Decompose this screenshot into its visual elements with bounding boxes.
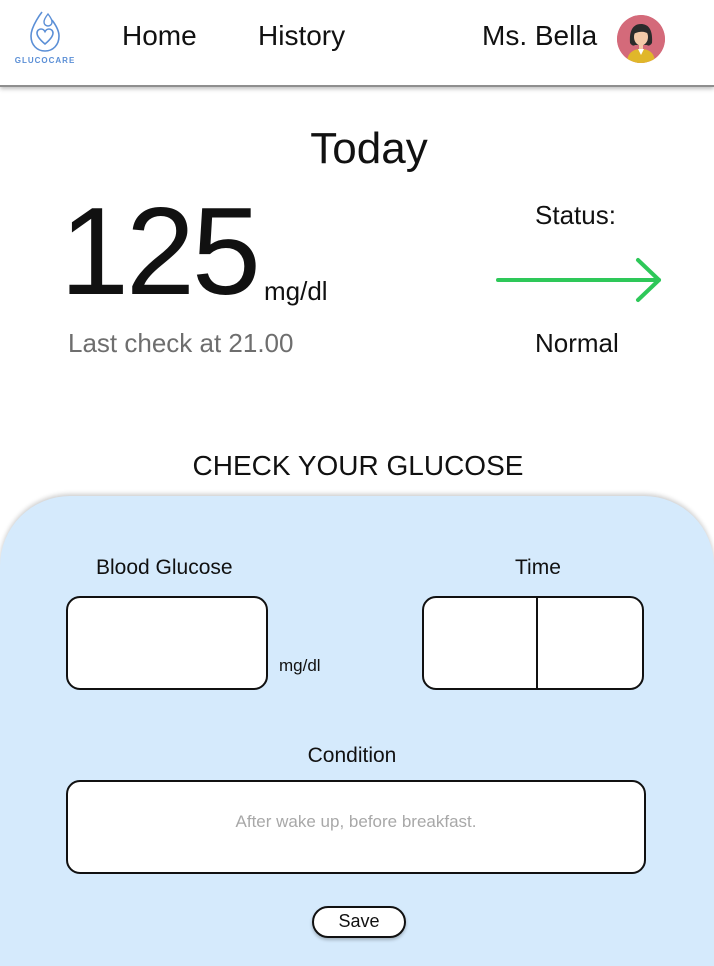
condition-label: Condition [307,744,397,767]
top-navbar: GLUCOCARE Home History Ms. Bella [0,0,714,87]
check-glucose-title: CHECK YOUR GLUCOSE [192,450,524,481]
time-label: Time [515,556,561,579]
today-title: Today [310,124,428,173]
status-value: Normal [535,328,619,358]
blood-glucose-input[interactable] [66,596,268,690]
right-arrow-icon [496,258,661,302]
time-field [422,596,644,690]
glucose-reading-value: 125 [60,183,261,321]
condition-placeholder: After wake up, before breakfast. [235,812,477,831]
user-avatar-icon [617,15,665,63]
save-button[interactable]: Save [312,906,406,938]
user-name[interactable]: Ms. Bella [482,20,597,52]
time-minute-input[interactable] [540,598,642,688]
nav-home-link[interactable]: Home [122,20,197,52]
app-logo[interactable]: GLUCOCARE [10,10,80,70]
drop-heart-icon [30,11,60,52]
condition-input[interactable]: After wake up, before breakfast. [66,780,646,874]
time-hour-input[interactable] [424,598,538,688]
avatar[interactable] [617,15,665,63]
last-check-text: Last check at 21.00 [68,328,294,358]
blood-glucose-unit: mg/dl [279,656,321,675]
glucose-reading-unit: mg/dl [264,276,328,306]
blood-glucose-label: Blood Glucose [96,556,233,579]
nav-history-link[interactable]: History [258,20,345,52]
status-label: Status: [535,200,616,230]
logo-text: GLUCOCARE [14,56,76,65]
